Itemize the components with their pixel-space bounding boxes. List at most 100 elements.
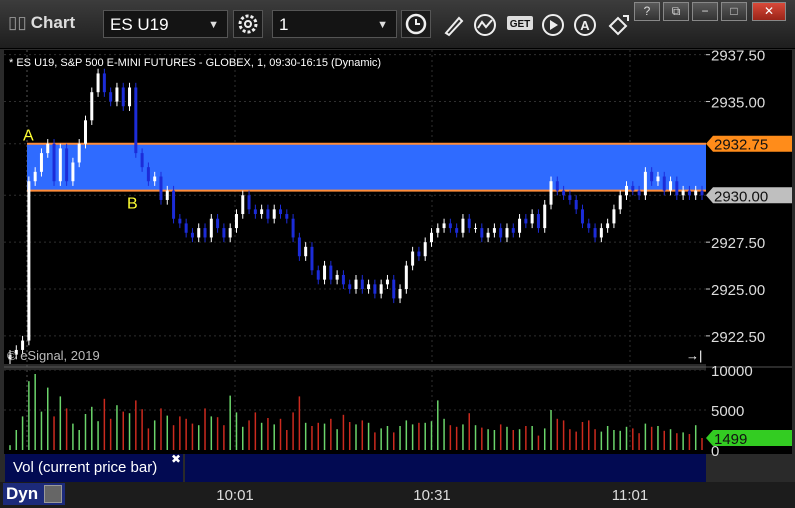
candle-body bbox=[379, 284, 383, 294]
candle-body bbox=[335, 274, 339, 280]
get-icon[interactable]: GET bbox=[506, 12, 536, 38]
settings-button[interactable] bbox=[233, 10, 263, 38]
candle-body bbox=[662, 176, 666, 191]
candle-body bbox=[398, 289, 402, 299]
candle-body bbox=[228, 228, 232, 238]
candle-body bbox=[524, 218, 528, 224]
candle-body bbox=[266, 209, 270, 219]
candle-body bbox=[536, 214, 540, 229]
candle-body bbox=[260, 209, 264, 215]
restore-button[interactable]: ⧉ bbox=[663, 2, 689, 21]
candle-body bbox=[354, 279, 358, 290]
candle-body bbox=[134, 87, 138, 154]
play-icon[interactable] bbox=[540, 12, 566, 38]
candle-body bbox=[612, 209, 616, 224]
study-icon[interactable] bbox=[472, 12, 498, 38]
candle-body bbox=[291, 218, 295, 238]
candle-body bbox=[121, 87, 125, 107]
candle-body bbox=[467, 218, 471, 229]
candle-body bbox=[102, 73, 106, 93]
legend-strip bbox=[185, 454, 706, 482]
candle-body bbox=[90, 92, 94, 121]
candle-body bbox=[348, 284, 352, 290]
y-tick-label: 2925.00 bbox=[711, 282, 765, 299]
close-button[interactable]: ✕ bbox=[752, 2, 786, 21]
zone-label-b: B bbox=[127, 196, 138, 213]
candle-body bbox=[373, 284, 377, 294]
candle-body bbox=[216, 218, 220, 229]
chevron-down-icon: ▼ bbox=[377, 19, 388, 31]
price-chart[interactable]: A B * ES U19, S&P 500 E-MINI FUTURES - GLO… bbox=[0, 48, 795, 482]
candle-body bbox=[518, 218, 522, 233]
candle-body bbox=[429, 232, 433, 243]
maximize-icon: □ bbox=[730, 4, 738, 18]
clock-icon bbox=[405, 13, 427, 35]
lock-icon[interactable] bbox=[44, 485, 62, 503]
candle-body bbox=[417, 251, 421, 257]
price-flag-label: 2930.00 bbox=[714, 188, 768, 205]
candle-body bbox=[159, 176, 163, 200]
candle-body bbox=[46, 143, 50, 154]
pencil-icon[interactable] bbox=[440, 12, 466, 38]
chart-window: ▯▯ Chart ES U19 ▼ 1 ▼ GET A ? ⧉ − □ ✕ A B *… bbox=[0, 0, 795, 508]
candle-body bbox=[568, 195, 572, 200]
candle-body bbox=[436, 228, 440, 233]
restore-icon: ⧉ bbox=[671, 4, 681, 18]
candle-body bbox=[474, 228, 478, 230]
candle-body bbox=[593, 228, 597, 238]
y-tick-label: 2935.00 bbox=[711, 95, 765, 112]
candle-body bbox=[606, 223, 610, 229]
candle-body bbox=[599, 228, 603, 238]
time-button[interactable] bbox=[401, 10, 431, 38]
candle-body bbox=[209, 218, 213, 238]
candle-body bbox=[310, 246, 314, 271]
dyn-label: Dyn bbox=[6, 484, 39, 503]
candle-body bbox=[461, 218, 465, 233]
candle-body bbox=[285, 214, 289, 219]
legend-close-icon[interactable]: ✖ bbox=[171, 452, 181, 466]
maximize-button[interactable]: □ bbox=[721, 2, 747, 21]
candle-body bbox=[385, 279, 389, 285]
candle-body bbox=[448, 223, 452, 229]
candle-body bbox=[329, 265, 333, 280]
chevron-down-icon: ▼ bbox=[208, 19, 219, 31]
candle-body bbox=[637, 190, 641, 196]
candle-body bbox=[272, 209, 276, 219]
candle-body bbox=[650, 171, 654, 182]
go-to-end-icon: →| bbox=[686, 348, 702, 363]
svg-text:GET: GET bbox=[510, 19, 531, 30]
candle-body bbox=[411, 251, 415, 266]
candle-body bbox=[96, 73, 100, 93]
symbol-value: ES U19 bbox=[110, 15, 169, 34]
gear-icon bbox=[238, 14, 258, 34]
minimize-icon: − bbox=[701, 4, 709, 18]
candle-body bbox=[71, 162, 75, 182]
candle-body bbox=[297, 237, 301, 257]
interval-dropdown[interactable]: 1 ▼ bbox=[272, 10, 397, 38]
candle-body bbox=[247, 195, 251, 210]
candle-body bbox=[153, 176, 157, 182]
candle-body bbox=[65, 148, 69, 182]
svg-text:A: A bbox=[580, 18, 590, 33]
candle-body bbox=[480, 228, 484, 238]
candle-body bbox=[304, 246, 308, 257]
candle-body bbox=[109, 92, 113, 102]
candle-body bbox=[323, 265, 327, 280]
candle-body bbox=[492, 228, 496, 233]
y-tick-label: 2937.50 bbox=[711, 48, 765, 65]
candle-body bbox=[27, 181, 31, 341]
symbol-dropdown[interactable]: ES U19 ▼ bbox=[103, 10, 228, 38]
grip-icon: ▯▯ bbox=[8, 13, 27, 32]
minimize-button[interactable]: − bbox=[692, 2, 718, 21]
toolbar: ▯▯ Chart ES U19 ▼ 1 ▼ GET A ? ⧉ − □ ✕ bbox=[0, 0, 795, 49]
candle-body bbox=[58, 148, 62, 182]
alert-icon[interactable]: A bbox=[572, 12, 598, 38]
link-icon[interactable] bbox=[605, 12, 631, 38]
candle-body bbox=[279, 209, 283, 215]
price-flag-label: 2932.75 bbox=[714, 137, 768, 154]
candle-body bbox=[486, 232, 490, 238]
candle-body bbox=[197, 228, 201, 238]
candle-body bbox=[549, 181, 553, 205]
help-button[interactable]: ? bbox=[634, 2, 660, 21]
candle-body bbox=[404, 265, 408, 290]
